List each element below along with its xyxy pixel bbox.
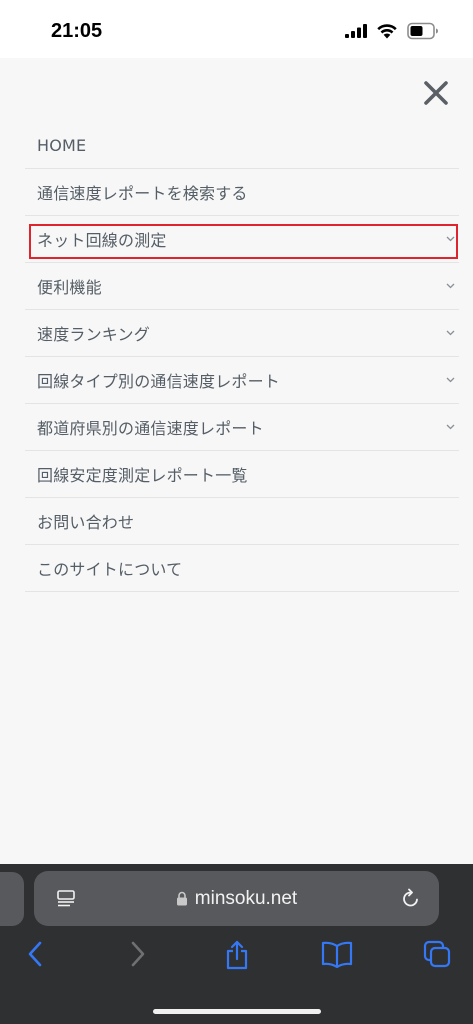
reload-icon[interactable] [401,888,421,909]
menu-item-label: 速度ランキング [37,325,150,344]
menu-item-stability-reports[interactable]: 回線安定度測定レポート一覧 [25,451,459,498]
status-bar: 21:05 [0,0,473,58]
forward-icon[interactable] [129,940,147,968]
url-display[interactable]: minsoku.net [34,871,439,926]
menu-item-label: お問い合わせ [37,513,135,532]
cellular-signal-icon [345,24,367,38]
previous-tab-preview[interactable] [0,872,24,926]
menu-item-reports-by-line-type[interactable]: 回線タイプ別の通信速度レポート [25,357,459,404]
lock-icon [176,891,187,906]
chevron-down-icon [446,377,455,383]
back-icon[interactable] [26,940,44,968]
menu-item-label: ネット回線の測定 [37,231,167,250]
menu-item-reports-by-prefecture[interactable]: 都道府県別の通信速度レポート [25,404,459,451]
browser-toolbar: minsoku.net [0,864,473,1024]
menu-item-home[interactable]: HOME [25,122,459,169]
nav-menu: HOME 通信速度レポートを検索する ネット回線の測定 便利機能 速度ランキング… [25,122,459,592]
menu-item-label: HOME [37,135,87,155]
menu-item-label: 通信速度レポートを検索する [37,184,248,203]
menu-item-label: 回線タイプ別の通信速度レポート [37,372,281,391]
bookmarks-icon[interactable] [321,940,353,968]
menu-item-speed-ranking[interactable]: 速度ランキング [25,310,459,357]
close-menu-button[interactable] [418,75,454,111]
wifi-icon [377,24,397,39]
tabs-icon[interactable] [423,940,451,968]
battery-icon [407,22,438,40]
close-icon [424,81,448,105]
chevron-down-icon [446,283,455,289]
menu-item-useful-features[interactable]: 便利機能 [25,263,459,310]
chevron-down-icon [446,330,455,336]
url-text: minsoku.net [194,887,298,909]
menu-item-label: 回線安定度測定レポート一覧 [37,466,248,485]
menu-item-net-line-measurement[interactable]: ネット回線の測定 [25,216,459,263]
address-bar[interactable]: minsoku.net [34,871,439,926]
menu-item-label: 都道府県別の通信速度レポート [37,419,264,438]
menu-item-label: 便利機能 [37,278,102,297]
menu-item-contact[interactable]: お問い合わせ [25,498,459,545]
share-icon[interactable] [224,940,250,970]
home-indicator [153,1009,321,1014]
menu-item-search-speed-reports[interactable]: 通信速度レポートを検索する [25,169,459,216]
menu-item-about[interactable]: このサイトについて [25,545,459,592]
menu-item-label: このサイトについて [37,560,183,579]
chevron-down-icon [446,424,455,430]
chevron-down-icon [446,236,455,242]
status-time: 21:05 [51,20,103,42]
